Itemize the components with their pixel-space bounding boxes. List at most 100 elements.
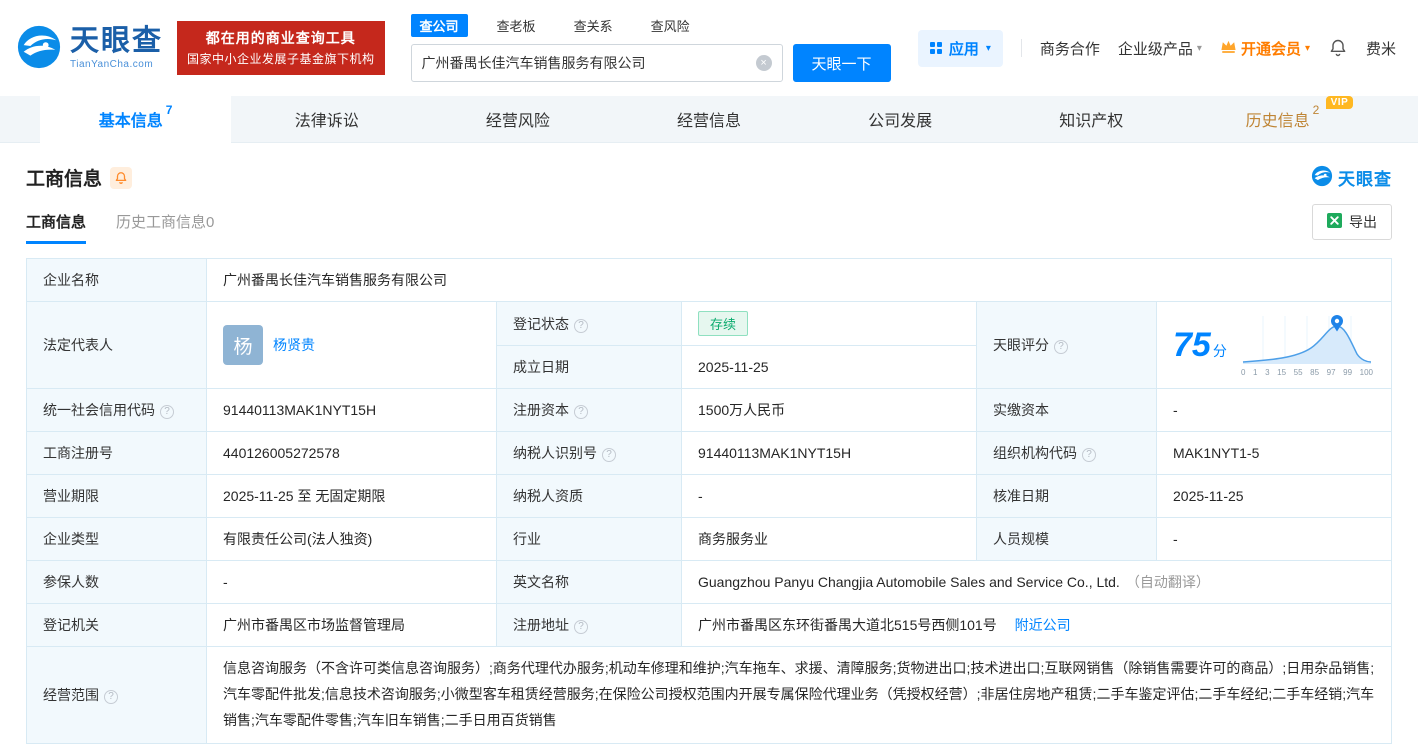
export-button[interactable]: 导出 (1312, 204, 1392, 240)
legal-rep-link[interactable]: 杨贤贵 (273, 335, 315, 355)
field-label: 英文名称 (513, 574, 569, 590)
table-row: 经营范围 信息咨询服务（不含许可类信息咨询服务）;商务代理代办服务;机动车修理和… (26, 646, 1392, 744)
field-value: 商务服务业 (698, 531, 768, 547)
brand-logo[interactable]: 天眼查 TianYanCha.com (16, 24, 163, 73)
apps-menu-button[interactable]: 应用 ▾ (917, 29, 1003, 67)
field-label: 参保人数 (43, 574, 99, 590)
nav-enterprise-products[interactable]: 企业级产品 ▾ (1118, 38, 1202, 59)
tab-label: 法律诉讼 (294, 113, 359, 130)
field-value: 信息咨询服务（不含许可类信息咨询服务）;商务代理代办服务;机动车修理和维护;汽车… (223, 660, 1375, 728)
tab-legal-proceedings[interactable]: 法律诉讼 (231, 96, 422, 142)
reg-address-value: 广州市番禺区东环街番禺大道北515号西侧101号 附近公司 (681, 603, 1392, 647)
tab-operating-info[interactable]: 经营信息 (613, 96, 804, 142)
english-name-label: 英文名称 (496, 560, 682, 604)
tick: 99 (1343, 367, 1353, 377)
taxpayer-quality-value: - (681, 474, 977, 518)
nav-business-cooperation[interactable]: 商务合作 (1040, 38, 1100, 59)
divider (1020, 39, 1022, 57)
table-row: 登记机关 广州市番禺区市场监督管理局 注册地址 广州市番禺区东环街番禺大道北51… (26, 603, 1392, 647)
tab-intellectual-property[interactable]: 知识产权 (996, 96, 1187, 142)
help-icon[interactable] (104, 689, 118, 704)
reg-status-value: 存续 (681, 301, 977, 346)
nearby-companies-link[interactable]: 附近公司 (1015, 617, 1071, 633)
score-chart-ticks: 0 1 3 15 55 85 97 99 100 (1241, 368, 1373, 377)
score-chart[interactable]: 0 1 3 15 55 85 97 99 100 (1241, 314, 1375, 377)
vip-badge: VIP (1325, 96, 1354, 109)
tab-label: 公司发展 (868, 113, 933, 130)
help-icon[interactable] (160, 405, 174, 419)
tab-count: 2 (1312, 103, 1320, 117)
reg-status-label: 登记状态 (496, 301, 682, 346)
search-tab-relation[interactable]: 查关系 (565, 14, 622, 37)
field-value: MAK1NYT1-5 (1173, 445, 1260, 461)
slogan-line2: 国家中小企业发展子基金旗下机构 (187, 51, 375, 66)
search-tab-risk[interactable]: 查风险 (642, 14, 699, 37)
help-icon[interactable] (574, 405, 588, 419)
legal-rep-avatar[interactable]: 杨 (223, 325, 263, 365)
tab-label: 基本信息 (98, 113, 163, 130)
tianyancha-company-page: 天眼查 TianYanCha.com 都在用的商业查询工具 国家中小企业发展子基… (0, 0, 1418, 753)
subtab-row: 工商信息 历史工商信息0 导出 (26, 204, 1392, 244)
business-scope-value: 信息咨询服务（不含许可类信息咨询服务）;商务代理代办服务;机动车修理和维护;汽车… (206, 646, 1392, 744)
help-icon[interactable] (574, 620, 588, 634)
notification-bell-icon[interactable] (1328, 38, 1348, 58)
subtab-business-info[interactable]: 工商信息 (26, 211, 87, 244)
tick: 55 (1293, 367, 1303, 377)
reg-number-value: 440126005272578 (206, 431, 497, 475)
main-content: 工商信息 天眼查 工商信息 历史工商信息0 导出 企业名称 广州番禺长佳汽车销售… (0, 143, 1418, 744)
taxpayer-quality-label: 纳税人资质 (496, 474, 682, 518)
section-title: 工商信息 (26, 169, 103, 190)
tab-operating-risk[interactable]: 经营风险 (422, 96, 613, 142)
field-value: 广州市番禺区市场监督管理局 (223, 617, 405, 633)
tab-company-development[interactable]: 公司发展 (805, 96, 996, 142)
field-label: 纳税人识别号 (513, 445, 597, 461)
field-label: 组织机构代码 (993, 445, 1077, 461)
field-value: 2025-11-25 (1173, 488, 1244, 504)
table-row: 统一社会信用代码 91440113MAK1NYT15H 注册资本 1500万人民… (26, 388, 1392, 432)
status-badge: 存续 (698, 311, 749, 336)
staff-size-label: 人员规模 (976, 517, 1157, 561)
establish-date-label: 成立日期 (496, 345, 682, 389)
business-term-value: 2025-11-25 至 无固定期限 (206, 474, 497, 518)
business-term-label: 营业期限 (26, 474, 207, 518)
subscribe-bell-icon[interactable] (110, 166, 133, 189)
tab-label: 经营信息 (676, 113, 741, 130)
industry-label: 行业 (496, 517, 682, 561)
reg-capital-label: 注册资本 (496, 388, 682, 432)
field-value: 91440113MAK1NYT15H (223, 402, 377, 418)
field-label: 人员规模 (993, 531, 1049, 547)
org-code-value: MAK1NYT1-5 (1156, 431, 1392, 475)
user-menu[interactable]: 费米 (1366, 38, 1396, 59)
field-label: 统一社会信用代码 (43, 402, 155, 418)
help-icon[interactable] (574, 318, 588, 333)
search-area: 查公司 查老板 查关系 查风险 天眼一下 (410, 14, 891, 82)
auto-translate-note: （自动翻译） (1125, 574, 1210, 590)
search-tab-company[interactable]: 查公司 (410, 14, 468, 37)
paid-capital-value: - (1156, 388, 1392, 432)
company-name-label: 企业名称 (26, 258, 207, 302)
approval-date-value: 2025-11-25 (1156, 474, 1392, 518)
field-label: 登记机关 (43, 617, 99, 633)
field-value: 2025-11-25 至 无固定期限 (223, 488, 386, 504)
field-label: 核准日期 (993, 488, 1049, 504)
tab-basic-info[interactable]: 基本信息 7 (40, 96, 232, 143)
section-header: 工商信息 天眼查 (26, 143, 1392, 204)
subtab-history-business-info[interactable]: 历史工商信息0 (116, 211, 214, 244)
company-type-value: 有限责任公司(法人独资) (206, 517, 497, 561)
tab-history-info[interactable]: 历史信息 2 VIP (1187, 96, 1378, 142)
business-info-table: 企业名称 广州番禺长佳汽车销售服务有限公司 法定代表人 杨 杨贤贵 登记状态? … (26, 258, 1392, 744)
help-icon[interactable] (602, 448, 616, 462)
search-input[interactable] (421, 55, 756, 71)
field-label: 营业期限 (43, 488, 99, 504)
help-icon[interactable] (1082, 448, 1096, 462)
help-icon[interactable] (1054, 340, 1068, 354)
field-label: 天眼评分 (993, 337, 1049, 353)
search-button[interactable]: 天眼一下 (792, 44, 891, 82)
table-row: 法定代表人 杨 杨贤贵 登记状态 存续 天眼评分 (26, 301, 1392, 389)
search-tab-boss[interactable]: 查老板 (488, 14, 545, 37)
field-value: 2025-11-25 (698, 359, 769, 375)
clear-search-icon[interactable] (755, 55, 772, 71)
header-nav: 应用 ▾ 商务合作 企业级产品 ▾ 开通会员 ▾ 费米 (917, 29, 1396, 67)
field-label: 注册地址 (513, 617, 569, 633)
nav-open-vip[interactable]: 开通会员 ▾ (1220, 38, 1310, 59)
